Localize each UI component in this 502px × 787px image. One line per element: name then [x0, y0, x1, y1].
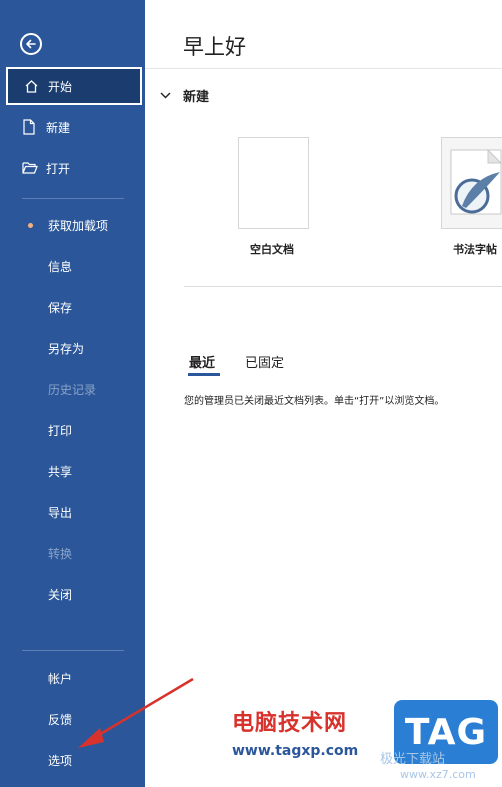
annotation-arrow-icon	[78, 677, 194, 748]
